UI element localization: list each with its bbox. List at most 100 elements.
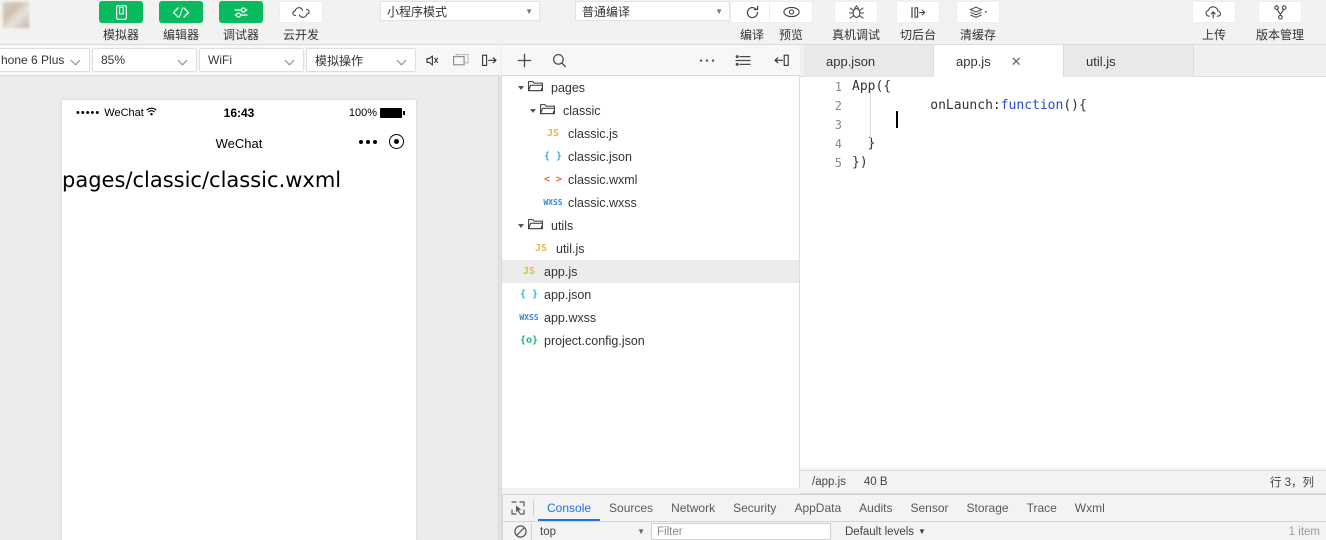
devtools-tab-storage[interactable]: Storage (958, 495, 1018, 521)
tab-app-json[interactable]: app.json (804, 45, 934, 77)
toolbar-button-editor[interactable]: 编辑器 (155, 0, 207, 43)
console-item-count: 1 item (1288, 525, 1320, 538)
network-select[interactable]: WiFi (199, 48, 304, 72)
toolbar-button-preview[interactable]: 预览 (765, 0, 817, 43)
status-cursor-position: 行 3，列 (1269, 477, 1314, 489)
tab-label: app.js (956, 53, 991, 69)
simulator-pane: ••••• WeChat 16:43 100% WeChat pages/cla… (0, 76, 498, 540)
operation-select[interactable]: 模拟操作 (306, 48, 416, 72)
toolbar-label-simulator: 模拟器 (102, 28, 139, 42)
console-filter-input[interactable]: Filter (651, 523, 831, 540)
tree-file-classic-json[interactable]: { } classic.json (502, 145, 799, 168)
devtools-tab-sources[interactable]: Sources (600, 495, 662, 521)
indent-guide (870, 90, 871, 147)
device-select[interactable]: hone 6 Plus (0, 48, 90, 72)
tab-app-js[interactable]: app.js ✕ (934, 45, 1064, 77)
toolbar-label-version-control: 版本管理 (1255, 28, 1304, 42)
add-file-icon[interactable] (513, 50, 535, 71)
console-context-value: top (540, 525, 556, 538)
toolbar-button-cloud-dev[interactable]: 云开发 (275, 0, 327, 43)
tree-file-classic-wxml[interactable]: < > classic.wxml (502, 168, 799, 191)
debugger-icon (219, 1, 263, 23)
chevron-down-icon[interactable] (514, 223, 528, 229)
toolbar-button-debugger[interactable]: 调试器 (215, 0, 267, 43)
js-file-icon: JS (546, 127, 560, 139)
line-number: 5 (834, 155, 842, 170)
tree-item-label: utils (551, 218, 574, 233)
tree-item-label: classic.js (568, 126, 619, 141)
toolbar-button-device-debug[interactable]: 真机调试 (828, 0, 884, 43)
tree-file-project-config-json[interactable]: {o} project.config.json (502, 329, 799, 352)
toolbar-label-editor: 编辑器 (162, 28, 199, 42)
phone-nav-title: WeChat (215, 135, 263, 151)
tree-folder-pages[interactable]: pages (502, 76, 799, 99)
devtools-tab-audits[interactable]: Audits (850, 495, 901, 521)
carrier-label: WeChat (104, 107, 144, 119)
toolbar-button-background[interactable]: 切后台 (892, 0, 944, 43)
devtools-tab-appdata[interactable]: AppData (785, 495, 850, 521)
toolbar-button-upload[interactable]: 上传 (1188, 0, 1240, 43)
devtools-tab-network[interactable]: Network (662, 495, 724, 521)
chevron-down-icon (398, 56, 407, 65)
clear-cache-icon (956, 1, 1000, 23)
operation-select-value: 模拟操作 (315, 53, 364, 68)
tree-folder-classic[interactable]: classic (502, 99, 799, 122)
chevron-down-icon[interactable] (526, 108, 540, 114)
close-icon[interactable]: ✕ (1011, 55, 1022, 68)
console-levels-select[interactable]: Default levels ▼ (845, 526, 926, 538)
clear-console-icon[interactable] (509, 525, 531, 538)
zoom-select-value: 85% (101, 53, 126, 67)
mode-select[interactable]: 小程序模式 ▼ (380, 1, 540, 21)
code-line: 2 onLaunch:function(){ (800, 96, 1326, 115)
code-keyword: function (1000, 98, 1064, 113)
console-filter-bar: top ▼ Filter Default levels ▼ 1 item (503, 522, 1326, 540)
devtools-tab-console[interactable]: Console (538, 495, 600, 521)
device-debug-icon (834, 1, 878, 23)
devtools-tab-security[interactable]: Security (724, 495, 785, 521)
compile-mode-value: 普通编译 (582, 4, 631, 19)
toolbar-button-version-control[interactable]: 版本管理 (1250, 0, 1310, 43)
devtools-tab-sensor[interactable]: Sensor (902, 495, 958, 521)
code-editor[interactable]: 1 App({ 2 onLaunch:function(){ 3 4 } 5 }… (800, 77, 1326, 468)
status-file-path: /app.js (812, 476, 846, 488)
collapse-panel-icon[interactable] (478, 51, 500, 70)
json-file-icon: { } (519, 288, 539, 300)
tree-file-classic-wxss[interactable]: WXSS classic.wxss (502, 191, 799, 214)
toolbar-button-clear-cache[interactable]: 清缓存 (952, 0, 1004, 43)
target-circle-icon[interactable] (389, 134, 404, 149)
tab-label: util.js (1086, 53, 1116, 69)
search-icon[interactable] (548, 50, 570, 71)
tree-file-classic-js[interactable]: JS classic.js (502, 122, 799, 145)
devtools-tab-wxml[interactable]: Wxml (1066, 495, 1114, 521)
zoom-select[interactable]: 85% (92, 48, 197, 72)
js-file-icon: JS (534, 242, 548, 254)
tree-file-app-js[interactable]: JS app.js (502, 260, 799, 283)
phone-nav-bar: WeChat (62, 126, 416, 160)
tree-file-app-wxss[interactable]: WXSS app.wxss (502, 306, 799, 329)
chevron-down-icon[interactable] (514, 85, 528, 91)
window-icon[interactable] (450, 51, 472, 70)
toolbar-button-simulator[interactable]: 模拟器 (95, 0, 147, 43)
inspect-element-icon[interactable] (503, 495, 533, 521)
tab-util-js[interactable]: util.js (1064, 45, 1194, 77)
user-avatar[interactable] (3, 2, 29, 28)
upload-icon (1192, 1, 1236, 23)
tree-folder-utils[interactable]: utils (502, 214, 799, 237)
devtools-tab-trace[interactable]: Trace (1018, 495, 1066, 521)
tree-file-app-json[interactable]: { } app.json (502, 283, 799, 306)
tree-item-label: app.wxss (544, 310, 597, 325)
mute-icon[interactable] (421, 51, 443, 70)
toolbar-label-upload: 上传 (1201, 28, 1226, 42)
tree-item-label: pages (551, 80, 586, 95)
more-dots-icon[interactable] (359, 139, 377, 144)
console-context-select[interactable]: top ▼ (531, 523, 649, 540)
more-icon[interactable] (696, 50, 718, 71)
line-number: 2 (834, 98, 842, 113)
tree-item-label: classic.json (568, 149, 632, 164)
outline-icon[interactable] (732, 50, 754, 71)
wxml-file-icon: < > (543, 173, 563, 185)
collapse-left-icon[interactable] (770, 50, 792, 71)
tree-file-util-js[interactable]: JS util.js (502, 237, 799, 260)
tree-item-label: classic.wxss (568, 195, 637, 210)
compile-mode-select[interactable]: 普通编译 ▼ (575, 1, 730, 21)
